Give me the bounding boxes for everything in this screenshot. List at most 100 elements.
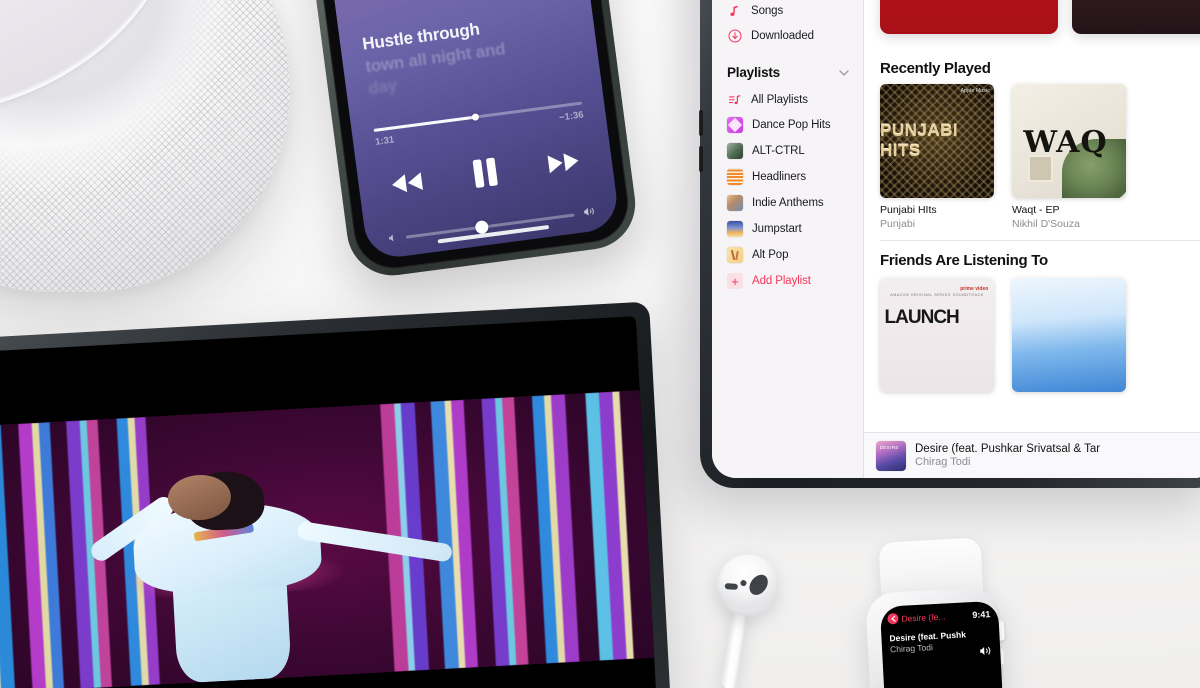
album-artwork[interactable]: AMAZON ORIGINAL SERIES SOUNDTRACK prime … bbox=[880, 278, 994, 392]
album-art-text-wrap: PUNJABI HITS bbox=[880, 84, 994, 198]
ipad-device: Library Recently Added Artists bbox=[699, 0, 1200, 488]
volume-icon[interactable] bbox=[979, 643, 993, 662]
iphone-bezel: Hustle through town all night and day 1:… bbox=[311, 0, 633, 274]
album-title: Punjabi HIts bbox=[880, 204, 937, 216]
ipad-volume-up-button[interactable] bbox=[699, 110, 703, 136]
album-art-text: LAUNCH bbox=[884, 306, 960, 328]
sidebar-section-playlists[interactable]: Playlists bbox=[712, 56, 863, 87]
airpod-microphone-slot bbox=[724, 583, 738, 590]
pause-icon[interactable] bbox=[470, 156, 500, 189]
remaining-time: −1:36 bbox=[558, 109, 585, 124]
add-playlist-button[interactable]: + Add Playlist bbox=[712, 268, 863, 294]
scene-root: Hustle through town all night and day 1:… bbox=[0, 0, 1200, 688]
volume-low-icon bbox=[387, 229, 398, 248]
friends-listening-heading: Friends Are Listening To bbox=[880, 252, 1048, 269]
sidebar-item-label: Dance Pop Hits bbox=[752, 119, 831, 131]
music-main-content: SMILE Smile Katy Perry 28 August Recentl… bbox=[864, 0, 1200, 478]
sidebar-item-downloaded[interactable]: Downloaded bbox=[712, 23, 863, 48]
video-performer bbox=[75, 447, 454, 688]
mini-player-title: Desire (feat. Pushkar Srivatsal & Tar bbox=[915, 443, 1101, 455]
ipad-screen: Library Recently Added Artists bbox=[712, 0, 1200, 478]
album-art-text: PUNJABI HITS bbox=[880, 121, 959, 160]
apple-watch-device: Desire (fe... 9:41 Desire (feat. Pushk C… bbox=[859, 537, 1013, 688]
sidebar-item-label: Indie Anthems bbox=[752, 197, 824, 209]
macbook-screen bbox=[0, 316, 657, 688]
playlist-thumb bbox=[727, 247, 743, 263]
iphone-device: Hustle through town all night and day 1:… bbox=[303, 0, 641, 281]
airpod-speaker-grille bbox=[745, 571, 772, 599]
playlist-icon bbox=[727, 92, 742, 107]
ipad-volume-down-button[interactable] bbox=[699, 146, 703, 172]
elapsed-time: 1:31 bbox=[374, 134, 395, 148]
playlist-thumb bbox=[727, 117, 743, 133]
transport-controls bbox=[378, 137, 592, 208]
sidebar-item-alt-ctrl[interactable]: ALT-CTRL bbox=[712, 138, 863, 164]
recently-played-heading: Recently Played bbox=[880, 60, 991, 77]
airplay-icon[interactable] bbox=[490, 251, 510, 261]
plus-icon: + bbox=[727, 273, 743, 289]
album-art-text: WAQ bbox=[1023, 125, 1108, 161]
now-playing-screen: Hustle through town all night and day 1:… bbox=[324, 0, 621, 261]
mini-player-artist: Chirag Todi bbox=[915, 456, 971, 468]
download-circle-icon bbox=[727, 28, 742, 43]
chevron-down-icon[interactable] bbox=[839, 63, 849, 81]
sidebar-item-headliners[interactable]: Headliners bbox=[712, 164, 863, 190]
sidebar-item-label: All Playlists bbox=[751, 93, 808, 106]
album-card[interactable]: WAQ Waqt - EP Nikhil D'Souza bbox=[1012, 84, 1126, 230]
volume-high-icon bbox=[582, 203, 597, 223]
watch-screen: Desire (fe... 9:41 Desire (feat. Pushk C… bbox=[879, 600, 1004, 688]
sidebar-item-indie-anthems[interactable]: Indie Anthems bbox=[712, 190, 863, 216]
sidebar-item-label: Jumpstart bbox=[752, 223, 802, 235]
sidebar-item-dance-pop-hits[interactable]: Dance Pop Hits bbox=[712, 112, 863, 138]
playlist-thumb bbox=[727, 169, 743, 185]
fast-forward-icon[interactable] bbox=[544, 149, 583, 176]
sidebar-item-songs[interactable]: Songs bbox=[712, 0, 863, 23]
album-artwork[interactable] bbox=[1012, 278, 1126, 392]
album-title: Waqt - EP bbox=[1012, 204, 1060, 216]
mini-player-art-label: DESIRE bbox=[879, 445, 899, 451]
mini-player-text: Desire (feat. Pushkar Srivatsal & Tar Ch… bbox=[915, 443, 1200, 468]
album-artwork[interactable]: WAQ bbox=[1012, 84, 1126, 198]
progress-handle[interactable] bbox=[471, 113, 480, 121]
album-subtitle: Punjabi bbox=[880, 218, 916, 230]
sidebar-item-jumpstart[interactable]: Jumpstart bbox=[712, 216, 863, 242]
watch-time: 9:41 bbox=[972, 608, 991, 620]
watch-case: Desire (fe... 9:41 Desire (feat. Pushk C… bbox=[865, 586, 1006, 688]
friend-album-card[interactable]: AMAZON ORIGINAL SERIES SOUNDTRACK prime … bbox=[880, 278, 994, 392]
airpod-sensor-dot bbox=[739, 579, 748, 587]
sidebar-item-label: Downloaded bbox=[751, 29, 814, 42]
music-note-icon bbox=[727, 3, 742, 18]
friends-listening-grid: AMAZON ORIGINAL SERIES SOUNDTRACK prime … bbox=[880, 278, 1126, 392]
sidebar-item-label: Songs bbox=[751, 4, 784, 17]
sidebar-item-label: ALT-CTRL bbox=[752, 145, 805, 157]
mini-player-artwork[interactable]: DESIRE bbox=[876, 440, 906, 471]
airpod-stem bbox=[720, 604, 750, 688]
playlist-thumb bbox=[727, 143, 743, 159]
sidebar-item-all-playlists[interactable]: All Playlists bbox=[712, 87, 863, 112]
volume-control[interactable] bbox=[387, 203, 598, 248]
sidebar-item-label: Alt Pop bbox=[752, 249, 789, 261]
artwork-caption: AMAZON ORIGINAL SERIES SOUNDTRACK bbox=[890, 292, 984, 297]
music-video-player[interactable] bbox=[0, 390, 655, 688]
album-subtitle: Nikhil D'Souza bbox=[1012, 218, 1080, 230]
rewind-icon[interactable] bbox=[388, 170, 427, 197]
featured-album-info: Smile Katy Perry 28 August bbox=[880, 0, 1058, 34]
mini-player[interactable]: DESIRE Desire (feat. Pushkar Srivatsal &… bbox=[864, 432, 1200, 478]
macbook-device bbox=[0, 301, 671, 688]
lyrics-panel[interactable]: Hustle through town all night and day bbox=[361, 6, 584, 101]
chevron-left-icon bbox=[887, 612, 899, 625]
watch-back-label: Desire (fe... bbox=[901, 610, 946, 624]
featured-album-card[interactable]: SMILE Smile Katy Perry 28 August bbox=[880, 0, 1058, 34]
volume-handle[interactable] bbox=[474, 219, 490, 234]
album-card[interactable]: PUNJABI HITS Apple Music Punjabi HIts Pu… bbox=[880, 84, 994, 230]
apple-music-badge: Apple Music bbox=[960, 88, 990, 94]
add-playlist-label: Add Playlist bbox=[752, 275, 811, 287]
music-sidebar: Library Recently Added Artists bbox=[712, 0, 864, 478]
friend-album-card[interactable] bbox=[1012, 278, 1126, 392]
playlists-heading: Playlists bbox=[727, 64, 780, 80]
iphone-screen: Hustle through town all night and day 1:… bbox=[323, 0, 621, 261]
album-artwork[interactable]: PUNJABI HITS Apple Music bbox=[880, 84, 994, 198]
playlist-thumb bbox=[727, 195, 743, 211]
sidebar-item-alt-pop[interactable]: Alt Pop bbox=[712, 242, 863, 268]
featured-album-card-secondary[interactable] bbox=[1072, 0, 1200, 34]
